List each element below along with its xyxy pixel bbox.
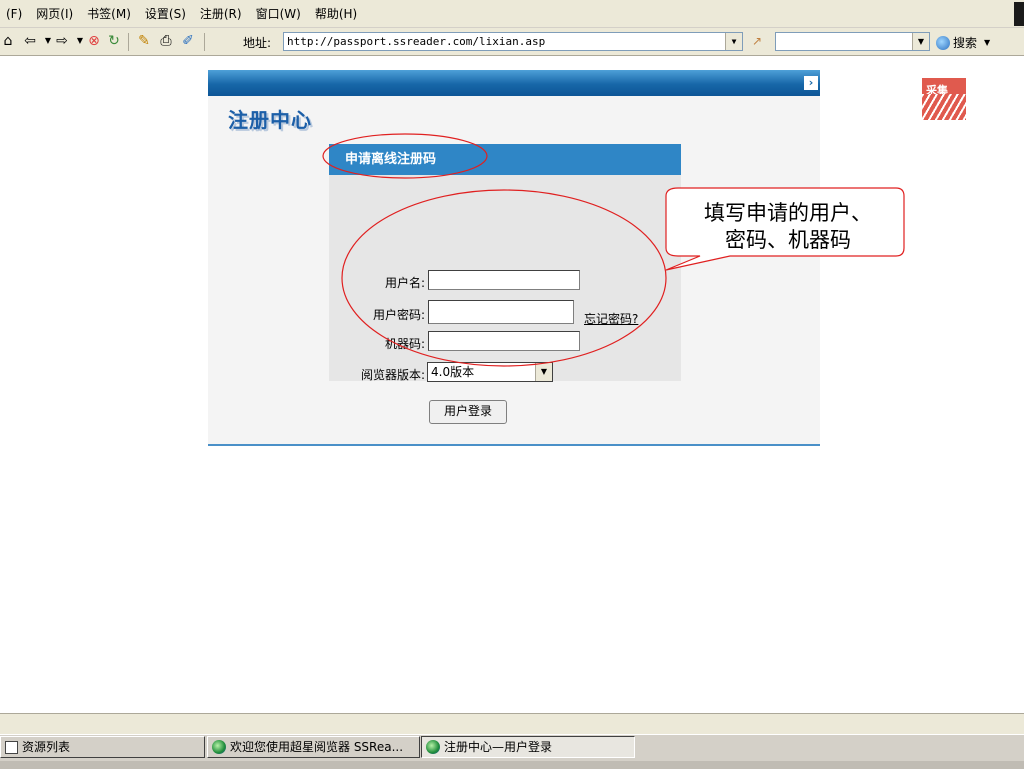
form-highlight-ellipse — [341, 189, 667, 367]
callout-text: 填写申请的用户、 密码、机器码 — [672, 200, 904, 254]
callout-line-1: 填写申请的用户、 — [704, 201, 872, 225]
task-label: 欢迎您使用超星阅览器 SSRea... — [230, 740, 404, 754]
globe-icon — [426, 740, 440, 754]
panel-title-highlight-ellipse — [322, 133, 488, 179]
list-icon — [5, 740, 18, 754]
taskbar: 资源列表 欢迎您使用超星阅览器 SSRea... 注册中心—用户登录 — [0, 734, 1024, 769]
task-label: 资源列表 — [22, 740, 71, 754]
status-bar — [0, 713, 1024, 735]
task-label: 注册中心—用户登录 — [444, 740, 553, 754]
globe-icon — [212, 740, 226, 754]
task-registration[interactable]: 注册中心—用户登录 — [421, 736, 635, 758]
task-resource-list[interactable]: 资源列表 — [0, 736, 205, 758]
task-welcome[interactable]: 欢迎您使用超星阅览器 SSRea... — [207, 736, 420, 758]
annotation-overlay — [322, 133, 905, 367]
callout-line-2: 密码、机器码 — [725, 228, 851, 252]
